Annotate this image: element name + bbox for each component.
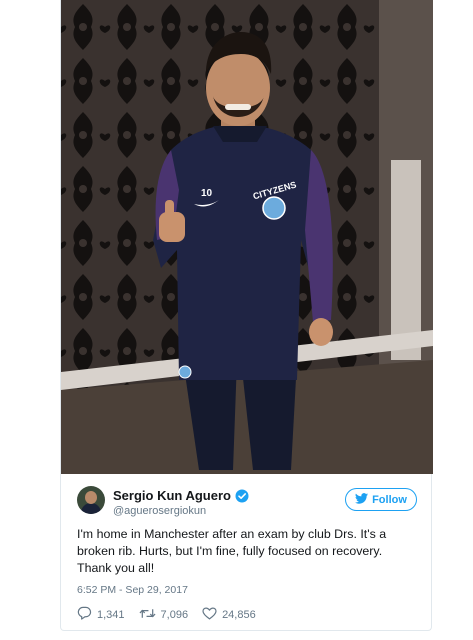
author-name[interactable]: Sergio Kun Aguero xyxy=(113,488,231,503)
twitter-bird-icon xyxy=(355,492,372,507)
avatar[interactable] xyxy=(77,486,105,514)
retweet-icon xyxy=(139,607,161,623)
author-handle[interactable]: @aguerosergiokun xyxy=(113,505,206,517)
tweet-photo[interactable]: 10 CITYZENS xyxy=(61,0,433,474)
verified-badge-icon xyxy=(235,489,249,503)
retweet-count: 7,096 xyxy=(160,608,189,621)
reply-button[interactable]: 1,341 xyxy=(77,606,125,623)
reply-icon xyxy=(77,606,97,623)
like-button[interactable]: 24,856 xyxy=(202,607,256,623)
shirt-number: 10 xyxy=(201,188,213,199)
follow-label: Follow xyxy=(372,493,407,506)
like-icon xyxy=(202,607,222,623)
tweet-timestamp[interactable]: 6:52 PM - Sep 29, 2017 xyxy=(77,584,188,596)
tweet-text: I'm home in Manchester after an exam by … xyxy=(77,527,387,575)
reply-count: 1,341 xyxy=(97,608,125,621)
tweet-card: 10 CITYZENS Sergio Kun Aguero @agueroser… xyxy=(60,0,433,631)
author-row: Sergio Kun Aguero xyxy=(113,488,249,503)
tweet-actions: 1,341 7,096 24,856 xyxy=(77,606,270,623)
follow-button[interactable]: Follow xyxy=(345,488,417,511)
like-count: 24,856 xyxy=(222,608,256,621)
club-crest xyxy=(262,196,286,220)
retweet-button[interactable]: 7,096 xyxy=(139,607,189,623)
